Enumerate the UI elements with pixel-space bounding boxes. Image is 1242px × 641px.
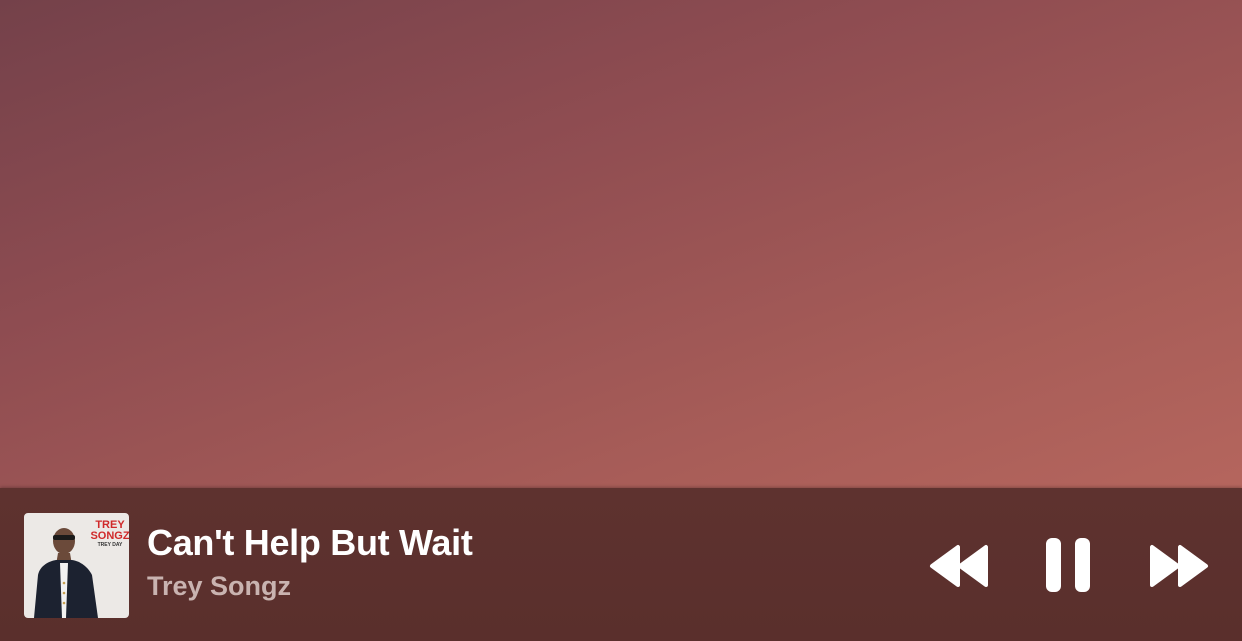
- rewind-icon[interactable]: [928, 543, 992, 589]
- album-cover-image: TREY SONGZ TREY DAY: [24, 513, 129, 618]
- album-text-subtitle: TREY DAY: [98, 542, 123, 548]
- track-title: Can't Help But Wait: [147, 522, 473, 563]
- track-artist[interactable]: Trey Songz: [147, 571, 291, 602]
- pause-icon[interactable]: [1044, 536, 1094, 594]
- mini-player-bar: TREY SONGZ TREY DAY Can't Help But Wait …: [0, 488, 1242, 641]
- album-artwork[interactable]: TREY SONGZ TREY DAY: [24, 513, 129, 618]
- album-text-songz: SONGZ: [90, 530, 129, 542]
- now-playing-screen: TREY SONGZ TREY DAY Can't Help But Wait …: [0, 0, 1242, 641]
- fast-forward-icon[interactable]: [1146, 543, 1210, 589]
